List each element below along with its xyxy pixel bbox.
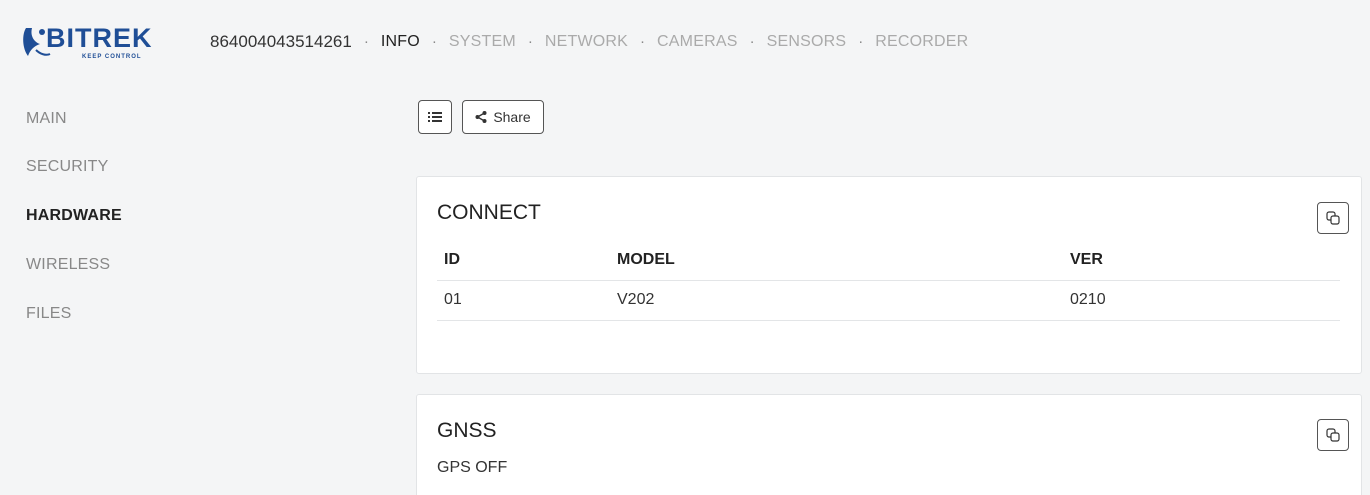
connect-table: ID MODEL VER 01 V202 0210 — [437, 241, 1340, 321]
main-content: CONNECT ID MODEL VER 01 V202 0210 GNSS G… — [396, 152, 1370, 495]
nav-cameras[interactable]: CAMERAS — [657, 33, 738, 51]
bitrek-logo[interactable]: BITREK KEEP CONTROL — [20, 17, 198, 67]
toolbar: Share — [396, 84, 1370, 152]
sidebar-item-security[interactable]: SECURITY — [26, 158, 109, 176]
share-label: Share — [493, 109, 531, 125]
list-icon — [428, 112, 442, 122]
copy-button[interactable] — [1317, 419, 1349, 451]
list-button[interactable] — [418, 100, 452, 134]
nav-network[interactable]: NETWORK — [545, 33, 628, 51]
sidebar-item-main[interactable]: MAIN — [26, 110, 67, 128]
logo-tagline: KEEP CONTROL — [82, 54, 142, 60]
copy-button[interactable] — [1317, 202, 1349, 234]
connect-card: CONNECT ID MODEL VER 01 V202 0210 — [416, 176, 1362, 374]
column-header-id: ID — [444, 251, 460, 268]
logo-icon: BITREK KEEP CONTROL — [23, 23, 153, 60]
nav-system[interactable]: SYSTEM — [449, 33, 516, 51]
nav-separator: · — [431, 33, 437, 50]
copy-icon — [1326, 428, 1340, 442]
nav-info[interactable]: INFO — [381, 33, 420, 51]
logo-text: BITREK — [46, 23, 153, 53]
device-id: 864004043514261 — [210, 31, 352, 51]
table-header-row: ID MODEL VER — [437, 241, 1340, 281]
column-header-ver: VER — [1070, 251, 1103, 268]
cell-model: V202 — [617, 291, 655, 308]
sidebar-item-wireless[interactable]: WIRELESS — [26, 256, 110, 274]
sidebar-item-files[interactable]: FILES — [26, 305, 71, 323]
table-row: 01 V202 0210 — [437, 281, 1340, 321]
card-title: GNSS — [437, 419, 497, 442]
sidebar-item-hardware[interactable]: HARDWARE — [26, 207, 122, 225]
sidebar: MAIN SECURITY HARDWARE WIRELESS FILES — [0, 75, 396, 495]
card-title: CONNECT — [437, 201, 541, 224]
cell-id: 01 — [444, 291, 462, 308]
gnss-status: GPS OFF — [437, 459, 508, 476]
share-icon — [475, 111, 487, 123]
nav-separator: · — [749, 33, 755, 50]
top-bar: BITREK KEEP CONTROL 864004043514261 · IN… — [8, 8, 1364, 75]
share-button[interactable]: Share — [462, 100, 544, 134]
nav-recorder[interactable]: RECORDER — [875, 33, 968, 51]
nav-separator: · — [640, 33, 646, 50]
nav-separator: · — [363, 33, 369, 50]
nav-separator: · — [858, 33, 864, 50]
gnss-card: GNSS GPS OFF — [416, 394, 1362, 495]
copy-icon — [1326, 211, 1340, 225]
column-header-model: MODEL — [617, 251, 675, 268]
cell-ver: 0210 — [1070, 291, 1106, 308]
nav-separator: · — [527, 33, 533, 50]
nav-sensors[interactable]: SENSORS — [767, 33, 847, 51]
